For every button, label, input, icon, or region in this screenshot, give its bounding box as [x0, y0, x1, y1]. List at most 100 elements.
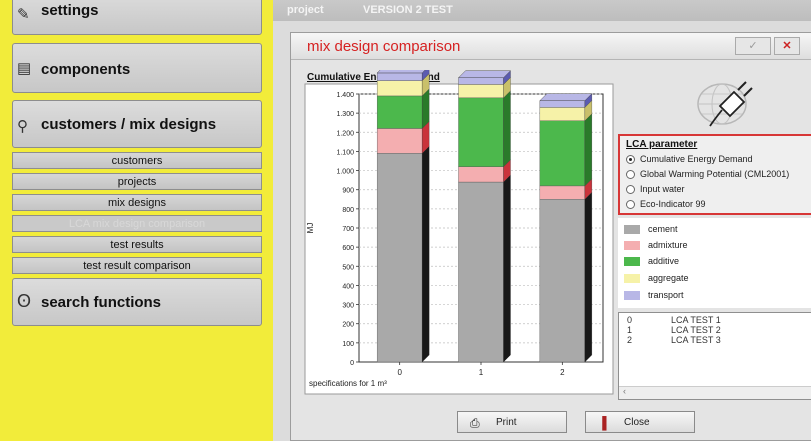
dialog-title: mix design comparison: [307, 38, 461, 55]
radio-eco-indicator[interactable]: Eco-Indicator 99: [626, 197, 810, 212]
legend-item-transport: transport: [624, 290, 684, 300]
customers-mix-designs-label: customers / mix designs: [41, 116, 217, 133]
sidebar-item-projects[interactable]: projects: [12, 173, 262, 190]
document-icon: ▤: [17, 60, 32, 77]
list-item[interactable]: 2 LCA TEST 3: [627, 335, 721, 345]
link-icon: ⚲: [17, 118, 28, 135]
y-axis-label: MJ: [306, 223, 315, 234]
list-item-id: 1: [627, 325, 633, 335]
bar-segment-transport: [458, 77, 504, 85]
y-tick-label: 1.000: [336, 169, 354, 176]
y-tick-label: 1.200: [336, 130, 354, 137]
settings-button[interactable]: ✎ settings: [12, 0, 262, 35]
bar-side-cement: [422, 145, 430, 363]
print-button[interactable]: ⎙ Print: [457, 411, 567, 433]
door-icon: ▐: [598, 416, 607, 430]
legend-label: cement: [648, 224, 678, 234]
y-tick-label: 700: [342, 226, 354, 233]
list-item-id: 2: [627, 335, 633, 345]
chart-panel: Cumulative Energy Demand 0 100 200 300 400 500…: [303, 65, 616, 400]
bar-segment-additive: [376, 95, 423, 129]
bar-segment-transport: [539, 100, 586, 108]
customers-mix-designs-button[interactable]: ⚲ customers / mix designs: [12, 100, 262, 148]
list-item-name: LCA TEST 2: [671, 325, 721, 335]
y-tick-label: 300: [342, 303, 354, 310]
print-label: Print: [496, 417, 517, 428]
x-tick-label: 0: [397, 368, 402, 377]
x-tick-label: 1: [479, 368, 484, 377]
bar-segment-aggregate: [458, 84, 504, 99]
bar-top: [376, 65, 430, 74]
sidebar-item-lca-comparison[interactable]: LCA mix design comparison: [12, 215, 262, 232]
radio-icon[interactable]: [626, 200, 635, 209]
print-icon: ⎙: [470, 416, 480, 430]
bar-side-cement: [503, 174, 511, 363]
sidebar: ✎ settings ▤ components ⚲ customers / mi…: [0, 0, 273, 441]
close-button[interactable]: ▐ Close: [585, 411, 695, 433]
legend-item-admixture: admixture: [624, 240, 688, 250]
radio-label: Global Warming Potential (CML2001): [640, 169, 790, 179]
bar-segment-additive: [539, 120, 586, 187]
y-tick-label: 600: [342, 245, 354, 252]
x-tick-label: 2: [560, 368, 565, 377]
legend-item-additive: additive: [624, 256, 679, 266]
bar-side-cement: [584, 191, 592, 363]
radio-icon[interactable]: [626, 185, 635, 194]
radio-icon[interactable]: [626, 170, 635, 179]
components-label: components: [41, 61, 131, 78]
legend-swatch: [624, 224, 640, 234]
dialog-close-icon[interactable]: ✕: [774, 37, 800, 55]
radio-global-warming-potential[interactable]: Global Warming Potential (CML2001): [626, 167, 810, 182]
sidebar-item-test-results[interactable]: test results: [12, 236, 262, 253]
y-tick-label: 800: [342, 207, 354, 214]
y-tick-label: 100: [342, 341, 354, 348]
bar-segment-admixture: [376, 128, 423, 154]
radio-cumulative-energy-demand[interactable]: Cumulative Energy Demand: [626, 152, 810, 167]
bar-segment-cement: [539, 199, 586, 363]
radio-label: Cumulative Energy Demand: [640, 154, 753, 164]
bar-side-additive: [584, 113, 592, 187]
y-tick-label: 0: [350, 360, 354, 367]
project-value: VERSION 2 TEST: [363, 4, 453, 16]
legend: cement admixture additive aggregate tran…: [618, 218, 811, 308]
y-tick-label: 200: [342, 322, 354, 329]
search-functions-button[interactable]: ʘ search functions: [12, 278, 262, 326]
components-button[interactable]: ▤ components: [12, 43, 262, 93]
legend-swatch: [624, 273, 640, 283]
lca-parameter-title: LCA parameter: [626, 139, 698, 150]
pencil-icon: ✎: [17, 6, 30, 23]
list-item-id: 0: [627, 315, 633, 325]
confirm-button[interactable]: ✓: [735, 37, 771, 55]
sidebar-item-test-result-comparison[interactable]: test result comparison: [12, 257, 262, 274]
bar-top: [458, 70, 511, 78]
bar-segment-cement: [376, 153, 423, 363]
y-tick-label: 500: [342, 264, 354, 271]
y-tick-label: 1.100: [336, 149, 354, 156]
list-item[interactable]: 1 LCA TEST 2: [627, 325, 721, 335]
mix-design-list[interactable]: 0 LCA TEST 1 1 LCA TEST 2 2 LCA TEST 3 ‹: [618, 312, 811, 400]
energy-demand-chart: Cumulative Energy Demand0100200300400500…: [304, 65, 614, 395]
legend-item-cement: cement: [624, 224, 678, 234]
y-tick-label: 1.400: [336, 92, 354, 99]
legend-label: admixture: [648, 240, 688, 250]
sidebar-item-mix-designs[interactable]: mix designs: [12, 194, 262, 211]
radio-selected-icon[interactable]: [626, 155, 635, 164]
bar-top: [539, 93, 593, 101]
magnifier-icon: ʘ: [17, 291, 32, 311]
legend-item-aggregate: aggregate: [624, 273, 689, 283]
settings-label: settings: [41, 2, 99, 19]
bar-side-additive: [503, 90, 511, 168]
bar-segment-admixture: [458, 166, 504, 183]
list-item[interactable]: 0 LCA TEST 1: [627, 315, 721, 325]
list-item-name: LCA TEST 1: [671, 315, 721, 325]
scroll-left-icon[interactable]: ‹: [623, 386, 626, 396]
bar-segment-aggregate: [376, 80, 423, 97]
horizontal-scrollbar[interactable]: ‹: [619, 386, 811, 399]
legend-swatch: [624, 240, 640, 250]
project-label: project: [287, 4, 324, 16]
sidebar-item-customers[interactable]: customers: [12, 152, 262, 169]
y-tick-label: 400: [342, 283, 354, 290]
lca-parameter-box: LCA parameter Cumulative Energy Demand G…: [618, 134, 811, 215]
list-item-name: LCA TEST 3: [671, 335, 721, 345]
radio-input-water[interactable]: Input water: [626, 182, 810, 197]
